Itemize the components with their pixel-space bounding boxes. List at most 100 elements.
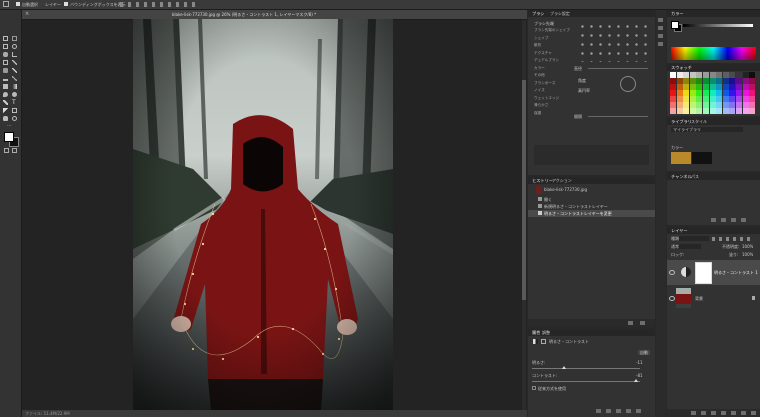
swatch[interactable] bbox=[696, 108, 703, 114]
history-snapshot[interactable]: blake-lisk-772730.jpg bbox=[544, 187, 587, 192]
quick-select-tool-icon[interactable] bbox=[3, 52, 8, 57]
library-section-colors[interactable]: カラー bbox=[671, 145, 683, 150]
bounding-box-checkbox[interactable] bbox=[64, 2, 68, 6]
link-layers-icon[interactable] bbox=[691, 411, 696, 415]
save-selection-icon[interactable] bbox=[721, 218, 726, 222]
reset-icon[interactable] bbox=[616, 409, 621, 413]
brush-option-item[interactable]: テクスチャ bbox=[534, 51, 574, 56]
history-item[interactable]: 新規明るさ・コントラストレイヤー bbox=[528, 203, 655, 210]
auto-button[interactable]: 自動 bbox=[638, 350, 650, 355]
brush-option-item[interactable]: 散布 bbox=[534, 43, 574, 48]
tab-paths[interactable]: パス bbox=[691, 174, 699, 179]
history-brush-tool-icon[interactable] bbox=[12, 76, 17, 81]
brush-option-item[interactable]: その他 bbox=[534, 73, 574, 78]
contrast-slider[interactable] bbox=[532, 381, 640, 382]
move-tool-icon[interactable] bbox=[3, 36, 8, 41]
swatch[interactable] bbox=[683, 108, 690, 114]
history-item[interactable]: 開く bbox=[528, 196, 655, 203]
auto-select-checkbox[interactable] bbox=[16, 2, 20, 6]
swatch[interactable] bbox=[729, 108, 736, 114]
marquee-tool-icon[interactable] bbox=[3, 44, 8, 49]
rectangle-tool-icon[interactable] bbox=[12, 108, 17, 113]
foreground-color-swatch[interactable] bbox=[4, 132, 14, 142]
brush-option-item[interactable]: カラー bbox=[534, 66, 574, 71]
contrast-value[interactable]: -81 bbox=[636, 373, 643, 378]
tab-brush-settings[interactable]: ブラシ設定 bbox=[550, 11, 570, 16]
brush-spacing-slider[interactable] bbox=[588, 116, 648, 117]
gradient-tool-icon[interactable] bbox=[12, 84, 17, 89]
tab-properties[interactable]: 属性 bbox=[532, 330, 540, 335]
brush-option-item[interactable]: 滑らかさ bbox=[534, 103, 574, 108]
fg-color-chip[interactable] bbox=[671, 21, 679, 29]
dodge-tool-icon[interactable] bbox=[12, 92, 17, 97]
brush-option-item[interactable]: デュアルブラシ bbox=[534, 58, 574, 63]
type-tool-icon[interactable]: T bbox=[12, 100, 17, 106]
swatch[interactable] bbox=[670, 108, 676, 114]
brightness-slider-handle[interactable] bbox=[562, 366, 566, 369]
layer-mask-thumbnail[interactable] bbox=[695, 262, 712, 284]
brush-option-item[interactable]: シェイプ bbox=[534, 36, 574, 41]
contrast-slider-handle[interactable] bbox=[634, 379, 638, 382]
photo-canvas[interactable] bbox=[133, 19, 393, 410]
fx-icon[interactable] bbox=[701, 411, 706, 415]
swatch[interactable] bbox=[736, 108, 742, 114]
history-item-selected[interactable]: 明るさ・コントラストレイヤーを変更 bbox=[528, 210, 655, 217]
gray-ramp-slider[interactable] bbox=[683, 24, 753, 27]
artboard-tool-icon[interactable] bbox=[12, 36, 17, 41]
swatch[interactable] bbox=[722, 108, 729, 114]
healing-brush-tool-icon[interactable] bbox=[3, 68, 8, 73]
tab-swatches[interactable]: スウォッチ bbox=[671, 65, 692, 70]
brush-tip-title[interactable]: ブラシ先端 bbox=[534, 21, 554, 26]
quick-mask-icon[interactable] bbox=[4, 148, 9, 153]
move-tool-icon[interactable] bbox=[3, 1, 9, 7]
brush-tool-icon[interactable] bbox=[12, 68, 17, 73]
hand-tool-icon[interactable] bbox=[3, 116, 8, 121]
pen-tool-icon[interactable] bbox=[3, 100, 8, 105]
document-scrollbar[interactable] bbox=[522, 20, 526, 410]
load-selection-icon[interactable] bbox=[711, 218, 716, 222]
dock-icon-1[interactable] bbox=[658, 18, 663, 22]
screen-mode-icon[interactable] bbox=[12, 148, 17, 153]
brush-angle-dial[interactable] bbox=[620, 76, 636, 92]
library-color-swatch-gold[interactable] bbox=[671, 152, 691, 164]
visibility-eye-icon[interactable] bbox=[669, 270, 675, 275]
mask-icon[interactable] bbox=[541, 339, 546, 344]
layer-row-adjustment[interactable]: 明るさ・コントラスト 1 bbox=[667, 260, 760, 285]
layer-kind-filter[interactable]: 種類 bbox=[671, 236, 709, 241]
tab-history[interactable]: ヒストリー bbox=[532, 178, 553, 183]
clone-stamp-tool-icon[interactable] bbox=[3, 76, 8, 81]
brush-option-item[interactable]: 保護 bbox=[534, 111, 574, 116]
crop-tool-icon[interactable] bbox=[12, 52, 17, 57]
layer-select-dropdown[interactable]: レイヤー bbox=[45, 2, 61, 7]
delete-layer-icon[interactable] bbox=[751, 411, 756, 415]
visibility-eye-icon[interactable] bbox=[669, 296, 675, 301]
legacy-checkbox[interactable] bbox=[532, 386, 536, 390]
dock-icon-4[interactable] bbox=[658, 42, 663, 46]
swatch[interactable] bbox=[716, 108, 723, 114]
swatch[interactable] bbox=[749, 108, 756, 114]
blur-tool-icon[interactable] bbox=[3, 92, 8, 97]
tab-styles[interactable]: スタイル bbox=[691, 119, 707, 124]
tab-adjustments[interactable]: 調整 bbox=[542, 330, 550, 335]
swatch[interactable] bbox=[689, 108, 696, 114]
library-dropdown[interactable]: マイライブラリ bbox=[671, 127, 743, 132]
tab-actions[interactable]: アクション bbox=[552, 178, 572, 183]
tab-libraries[interactable]: ライブラリ bbox=[671, 119, 692, 124]
brightness-slider[interactable] bbox=[532, 368, 640, 369]
delete-adjustment-icon[interactable] bbox=[636, 409, 641, 413]
blend-mode-dropdown[interactable]: 通常 bbox=[671, 244, 701, 249]
new-adjustment-icon[interactable] bbox=[721, 411, 726, 415]
tab-color[interactable]: カラー bbox=[671, 11, 684, 16]
new-channel-icon[interactable] bbox=[731, 218, 736, 222]
brush-option-item[interactable]: ブラシポーズ bbox=[534, 81, 574, 86]
layer-row-background[interactable]: 背景 bbox=[667, 286, 760, 311]
brush-size-slider[interactable] bbox=[588, 68, 648, 69]
tab-layers[interactable]: レイヤー bbox=[671, 228, 688, 233]
dock-icon-2[interactable] bbox=[658, 26, 663, 30]
dock-icon-3[interactable] bbox=[658, 34, 663, 38]
brush-option-item[interactable]: ブラシ先端のシェイプ bbox=[534, 28, 574, 33]
new-layer-icon[interactable] bbox=[741, 411, 746, 415]
eyedropper-tool-icon[interactable] bbox=[12, 60, 17, 65]
new-group-icon[interactable] bbox=[731, 411, 736, 415]
more-tools-icon[interactable]: ··· bbox=[7, 124, 12, 129]
